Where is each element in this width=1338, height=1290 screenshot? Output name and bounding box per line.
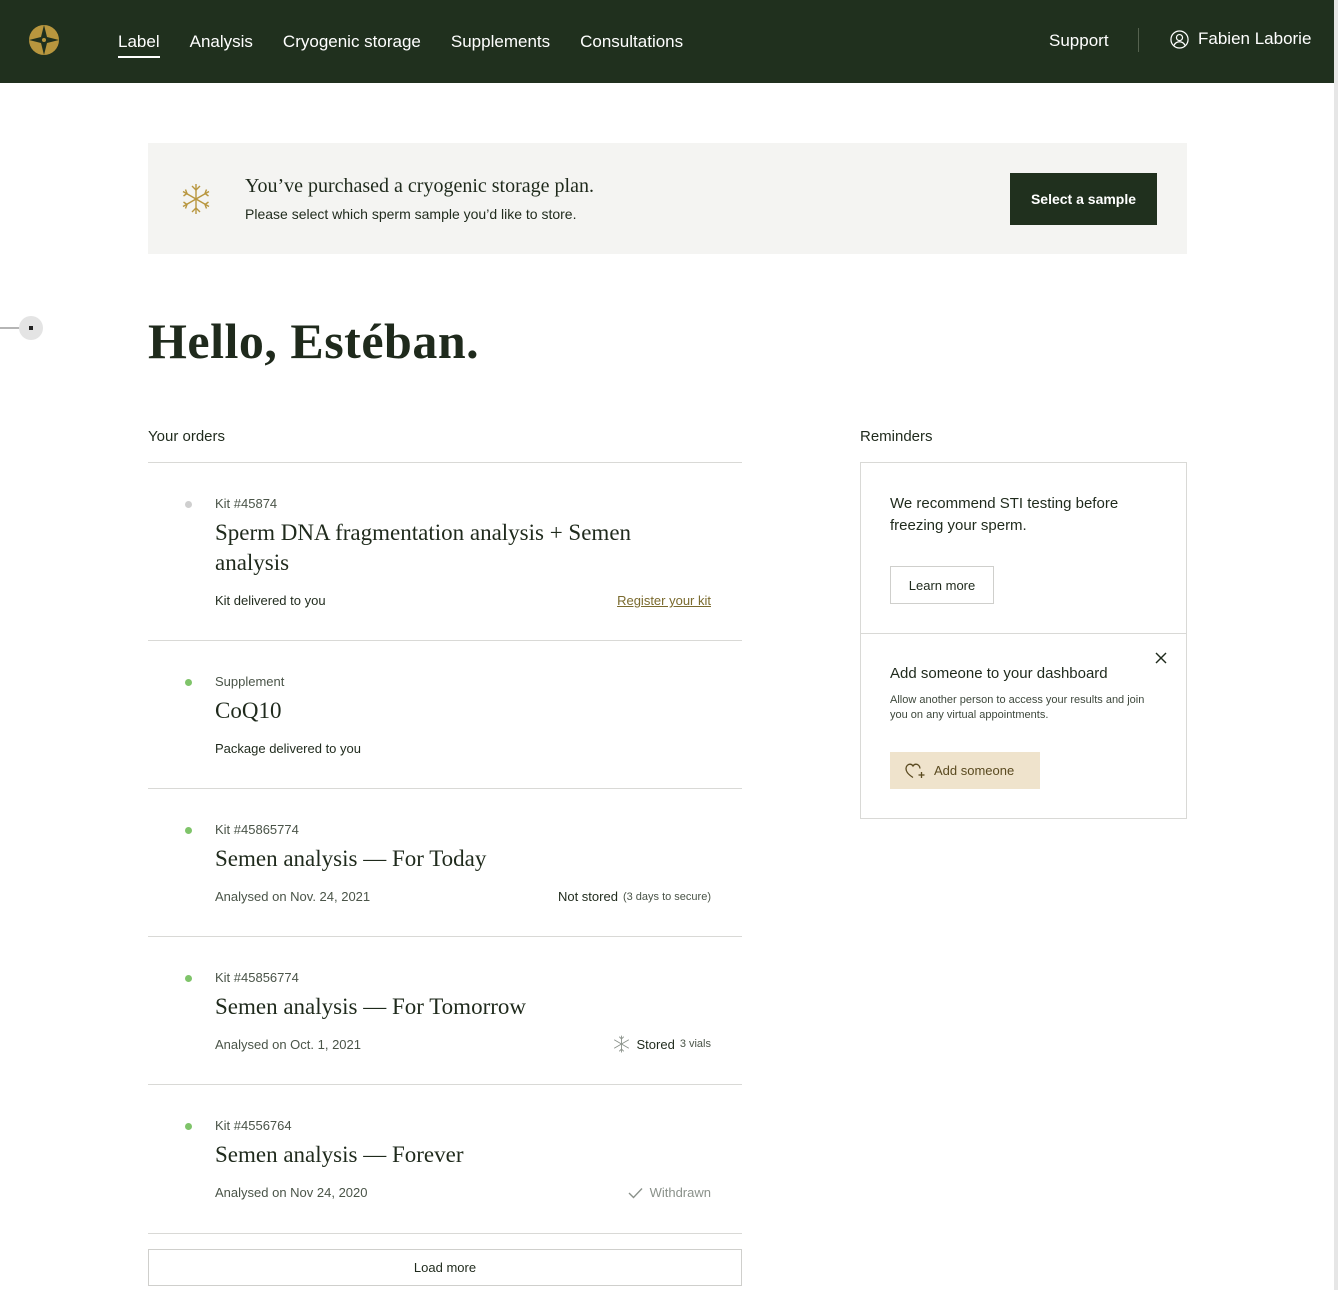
orders-list: Kit #45874 Sperm DNA fragmentation analy… [148,462,742,1232]
storage-note: (3 days to secure) [622,890,711,903]
order-name: Semen analysis — For Today [215,846,487,871]
order-kind: Kit #45865774 [215,822,299,837]
order-name: Semen analysis — For Tomorrow [215,994,526,1019]
reminders-section-title: Reminders [860,428,933,445]
order-item[interactable]: Kit #45874 Sperm DNA fragmentation analy… [148,462,742,640]
user-menu[interactable]: Fabien Laborie [1170,29,1311,49]
order-status: Package delivered to you [215,741,361,756]
status-dot [185,827,192,834]
nav-item-analysis[interactable]: Analysis [190,32,253,52]
scrollbar-track[interactable] [1334,0,1338,1290]
add-someone-button[interactable]: Add someone [890,752,1040,789]
nav-item-cryogenic-storage[interactable]: Cryogenic storage [283,32,421,52]
greeting-heading: Hello, Estéban. [148,313,480,369]
status-dot [185,975,192,982]
register-kit-link[interactable]: Register your kit [617,593,711,608]
add-someone-label: Add someone [934,763,1015,778]
storage-label: Withdrawn [649,1185,711,1200]
sti-reminder-text: We recommend STI testing before freezing… [890,495,1119,534]
orders-section-title: Your orders [148,428,225,445]
user-name: Fabien Laborie [1198,29,1312,48]
add-person-title: Add someone to your dashboard [890,665,1108,682]
nav-item-label[interactable]: Label [118,32,160,58]
load-more-button[interactable]: Load more [148,1249,742,1286]
divider [148,1233,742,1234]
order-status: Kit delivered to you [215,593,326,608]
order-kind: Kit #4556764 [215,1118,292,1133]
checkmark-icon [628,1187,643,1199]
reminders-panel: We recommend STI testing before freezing… [860,462,1187,819]
snowflake-icon [182,184,210,214]
storage-status: Stored 3 vials [613,1035,711,1053]
drag-handle-icon [29,326,33,330]
storage-label: Stored [636,1036,675,1052]
snowflake-icon [613,1035,629,1053]
order-item[interactable]: Supplement CoQ10 Package delivered to yo… [148,640,742,788]
status-dot [185,679,192,686]
order-kind: Supplement [215,674,285,689]
nav-divider [1138,28,1139,52]
order-name: CoQ10 [215,698,282,723]
add-person-text: Allow another person to access your resu… [890,694,1145,721]
order-item[interactable]: Kit #45865774 Semen analysis — For Today… [148,788,742,936]
order-status: Analysed on Nov. 24, 2021 [215,889,371,904]
storage-status: Not stored (3 days to secure) [558,889,711,904]
storage-note: 3 vials [679,1038,711,1050]
select-sample-button[interactable]: Select a sample [1010,173,1157,225]
nav-item-supplements[interactable]: Supplements [451,32,550,52]
banner-subtitle: Please select which sperm sample you’d l… [245,206,577,222]
status-dot [185,501,192,508]
heart-plus-icon [905,763,925,778]
sti-reminder-card: We recommend STI testing before freezing… [861,463,1186,634]
order-status: Analysed on Nov 24, 2020 [215,1185,368,1200]
order-name: Sperm DNA fragmentation analysis + Semen… [215,520,632,575]
storage-plan-banner: You’ve purchased a cryogenic storage pla… [148,143,1187,254]
status-dot [185,1123,192,1130]
top-navigation: Label Analysis Cryogenic storage Supplem… [0,0,1334,83]
order-item[interactable]: Kit #45856774 Semen analysis — For Tomor… [148,936,742,1084]
support-link[interactable]: Support [1049,31,1109,51]
storage-label: Not stored [557,889,618,904]
banner-title: You’ve purchased a cryogenic storage pla… [245,175,594,197]
storage-status: Withdrawn [628,1185,711,1200]
learn-more-button[interactable]: Learn more [890,566,994,604]
order-kind: Kit #45856774 [215,970,299,985]
main-nav: Label Analysis Cryogenic storage Supplem… [118,0,713,83]
order-action: Register your kit [617,593,711,608]
nav-item-consultations[interactable]: Consultations [580,32,683,52]
close-icon[interactable] [1153,650,1169,666]
order-kind: Kit #45874 [215,496,278,511]
order-status: Analysed on Oct. 1, 2021 [215,1037,361,1052]
order-name: Semen analysis — Forever [215,1142,464,1167]
user-avatar-icon [1170,29,1189,49]
brand-logo-icon[interactable] [28,24,60,56]
order-item[interactable]: Kit #4556764 Semen analysis — Forever An… [148,1084,742,1232]
